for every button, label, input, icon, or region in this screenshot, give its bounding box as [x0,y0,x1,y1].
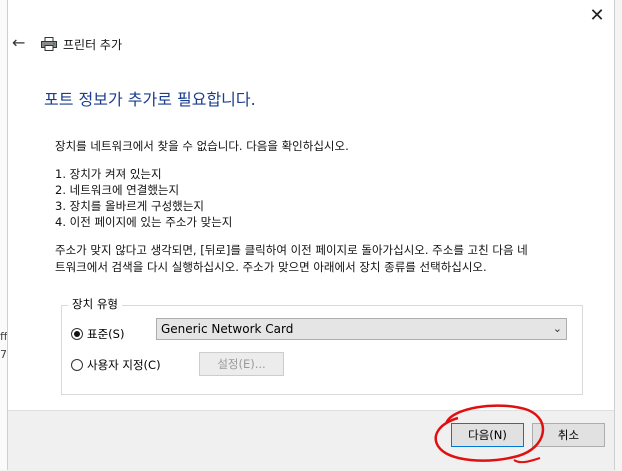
add-printer-dialog: ✕ ← 프린터 추가 포트 정보가 추가로 필요합니다. 장치를 네트워크에서 … [7,0,615,471]
page-heading: 포트 정보가 추가로 필요합니다. [44,90,256,109]
check-item: 3. 장치를 올바르게 구성했는지 [55,199,204,213]
standard-device-value: Generic Network Card [161,322,294,336]
check-item: 2. 네트워크에 연결했는지 [55,183,180,197]
advice-text-line-1: 주소가 맞지 않다고 생각되면, [뒤로]를 클릭하여 이전 페이지로 돌아가십… [55,243,528,257]
custom-radio-option[interactable]: 사용자 지정(C) [71,357,161,373]
standard-radio-label: 표준(S) [87,327,125,341]
custom-radio[interactable] [71,359,83,371]
check-item: 1. 장치가 켜져 있는지 [55,167,162,181]
device-type-group-label: 장치 유형 [68,296,122,312]
window-title: 프린터 추가 [63,38,123,52]
check-item: 4. 이전 페이지에 있는 주소가 맞는지 [55,215,233,229]
standard-radio[interactable] [71,328,83,340]
advice-text-line-2: 트워크에서 검색을 다시 실행하십시오. 주소가 맞으면 아래에서 장치 종류를… [55,260,487,274]
close-icon: ✕ [589,5,605,26]
intro-text: 장치를 네트워크에서 찾을 수 없습니다. 다음을 확인하십시오. [55,139,349,153]
red-circle-annotation [434,404,545,464]
back-arrow-icon: ← [12,33,26,52]
printer-icon [41,37,57,51]
custom-radio-label: 사용자 지정(C) [87,358,161,372]
chevron-down-icon: ⌄ [552,322,562,335]
background-text-fragment: 7 [0,348,7,361]
settings-button[interactable]: 설정(E)... [199,352,284,376]
radio-selected-dot [74,331,80,337]
standard-radio-option[interactable]: 표준(S) [71,326,124,342]
standard-device-select[interactable]: Generic Network Card ⌄ [156,318,567,340]
close-button[interactable]: ✕ [586,6,608,28]
back-button[interactable]: ← [12,34,30,52]
